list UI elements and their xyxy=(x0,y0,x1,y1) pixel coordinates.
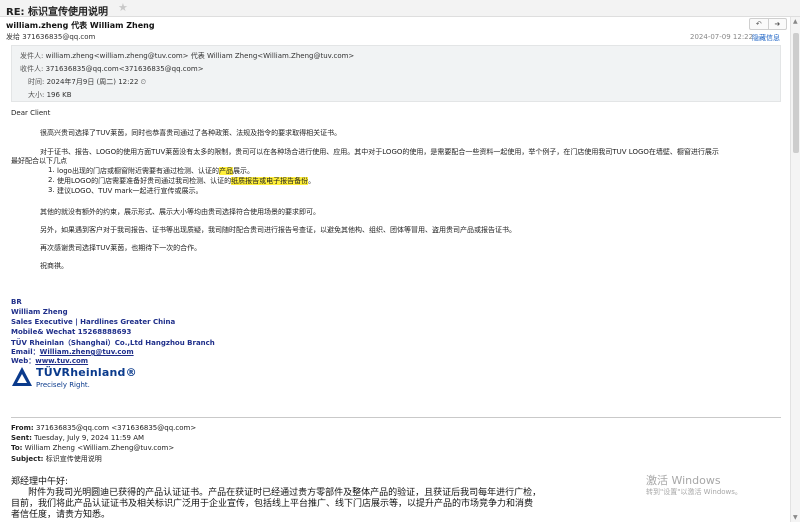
clock-icon[interactable]: ⏲ xyxy=(141,78,146,86)
list-item-text: 建议LOGO、TUV mark一起进行宣传或展示。 xyxy=(57,187,203,195)
details-from-value[interactable]: william.zheng<william.zheng@tuv.com> 代表 … xyxy=(46,52,355,60)
details-from-row: 发件人: william.zheng<william.zheng@tuv.com… xyxy=(20,51,354,61)
message-datetime: 2024-07-09 12:22 xyxy=(690,33,754,41)
reply-icon[interactable]: ↶ xyxy=(750,19,768,29)
quoted-sent-label: Sent: xyxy=(11,434,32,442)
sender-name: william.zheng 代表 William Zheng xyxy=(6,21,155,30)
activate-windows-title: 激活 Windows xyxy=(646,474,721,487)
list-item: 建议LOGO、TUV mark一起进行宣传或展示。 xyxy=(57,186,203,196)
paragraph-4: 另外，如果遇到客户对于我司报告、证书等出现质疑，我司随时配合贵司进行报告号查证，… xyxy=(40,226,516,234)
quoted-sent-value: Tuesday, July 9, 2024 11:59 AM xyxy=(34,434,145,442)
signature-mobile: Mobile& Wechat 15268888693 xyxy=(11,328,132,336)
details-size-row: 大小: 196 KB xyxy=(28,90,72,100)
quoted-from-label: From: xyxy=(11,424,34,432)
divider xyxy=(11,417,781,418)
paragraph-3: 其他的就没有额外的约束，展示形式、展示大小等均由贵司选择符合使用场景的要求即可。 xyxy=(40,208,320,216)
list-item-text: 展示。 xyxy=(232,167,254,175)
hide-info-link[interactable]: 隐藏信息 xyxy=(752,33,780,43)
quoted-subject-row: Subject: 标识宣传使用说明 xyxy=(11,454,102,464)
activate-windows-hint: 转到"设置"以激活 Windows。 xyxy=(646,488,742,496)
sent-to-line: 发给 371636835@qq.com xyxy=(6,32,95,42)
logo-brand-text: TÜVRheinland® xyxy=(36,366,137,379)
paragraph-6: 祝商祺。 xyxy=(40,262,68,270)
forward-icon[interactable]: ➜ xyxy=(767,19,787,29)
greeting: Dear Client xyxy=(11,109,51,117)
paragraph-2b: 最好配合以下几点 xyxy=(11,157,67,165)
scroll-thumb[interactable] xyxy=(793,33,799,153)
signature-name: William Zheng xyxy=(11,308,68,316)
list-item-number: 1. xyxy=(48,166,55,174)
tuv-logo: TÜVRheinland® Precisely Right. xyxy=(11,364,137,392)
quoted-to-label: To: xyxy=(11,444,23,452)
highlighted-text: 纸质报告或电子报告备份 xyxy=(231,177,309,185)
scroll-up-icon[interactable]: ▲ xyxy=(793,18,798,25)
list-item-text: 使用LOGO的门店需要准备好贵司通过我司检测、认证的 xyxy=(57,177,232,185)
star-icon[interactable]: ★ xyxy=(118,1,128,14)
quoted-from-value: 371636835@qq.com <371636835@qq.com> xyxy=(35,424,197,432)
details-from-label: 发件人: xyxy=(20,52,44,60)
list-item-text: logo出现的门店或橱窗附近需要有通过检测、认证的 xyxy=(57,167,219,175)
logo-tagline: Precisely Right. xyxy=(36,381,90,389)
details-size-label: 大小: xyxy=(28,91,45,99)
list-item: logo出现的门店或橱窗附近需要有通过检测、认证的产品展示。 xyxy=(57,166,254,176)
details-to-label: 收件人: xyxy=(20,65,44,73)
details-time-row: 时间: 2024年7月9日 (周二) 12:22 ⏲ xyxy=(28,77,146,87)
scroll-down-icon[interactable]: ▼ xyxy=(793,514,798,521)
signature-br: BR xyxy=(11,298,22,306)
quoted-subject-label: Subject: xyxy=(11,455,44,463)
paragraph-2a: 对于证书、报告、LOGO的使用方面TUV莱茵没有太多的限制，贵司可以在各种场合进… xyxy=(40,148,719,156)
signature-email-link[interactable]: William.zheng@tuv.com xyxy=(40,348,134,356)
details-size-value: 196 KB xyxy=(46,91,72,99)
email-subject-title: RE: 标识宣传使用说明 xyxy=(6,7,109,18)
highlighted-text: 产品 xyxy=(218,167,233,175)
paragraph-1: 很高兴贵司选择了TUV莱茵，同时也恭喜贵司通过了各种政策、法规及指令的要求取得相… xyxy=(40,129,342,137)
signature-title: Sales Executive | Hardlines Greater Chin… xyxy=(11,318,176,326)
details-time-label: 时间: xyxy=(28,78,45,86)
details-to-row: 收件人: 371636835@qq.com<371636835@qq.com> xyxy=(20,64,204,74)
list-item-number: 3. xyxy=(48,186,55,194)
sent-to-address[interactable]: 371636835@qq.com xyxy=(22,33,95,41)
list-item: 使用LOGO的门店需要准备好贵司通过我司检测、认证的纸质报告或电子报告备份。 xyxy=(57,176,315,186)
quoted-sent-row: Sent: Tuesday, July 9, 2024 11:59 AM xyxy=(11,434,144,442)
list-item-number: 2. xyxy=(48,176,55,184)
message-actions: ↶ ➜ xyxy=(749,18,787,30)
list-item-text: 。 xyxy=(308,177,316,185)
details-time-value: 2024年7月9日 (周二) 12:22 xyxy=(46,78,139,86)
quoted-to-value: William Zheng <William.Zheng@tuv.com> xyxy=(24,444,175,452)
tuv-triangle-icon xyxy=(12,367,32,386)
signature-email-label: Email： xyxy=(11,348,40,356)
quoted-from-row: From: 371636835@qq.com <371636835@qq.com… xyxy=(11,424,196,432)
quoted-subject-value: 标识宣传使用说明 xyxy=(45,455,102,463)
window-titlebar: RE: 标识宣传使用说明 ★ xyxy=(0,0,800,18)
vertical-scrollbar[interactable]: ▲ ▼ xyxy=(790,17,800,522)
details-to-value[interactable]: 371636835@qq.com<371636835@qq.com> xyxy=(46,65,204,73)
quoted-to-row: To: William Zheng <William.Zheng@tuv.com… xyxy=(11,444,174,452)
paragraph-5: 再次感谢贵司选择TUV莱茵，也期待下一次的合作。 xyxy=(40,244,202,252)
message-details-panel: 发件人: william.zheng<william.zheng@tuv.com… xyxy=(11,45,781,102)
sent-to-label: 发给 xyxy=(6,33,20,41)
quoted-paragraph-line-3: 者信任度，请贵方知悉。 xyxy=(11,510,111,520)
